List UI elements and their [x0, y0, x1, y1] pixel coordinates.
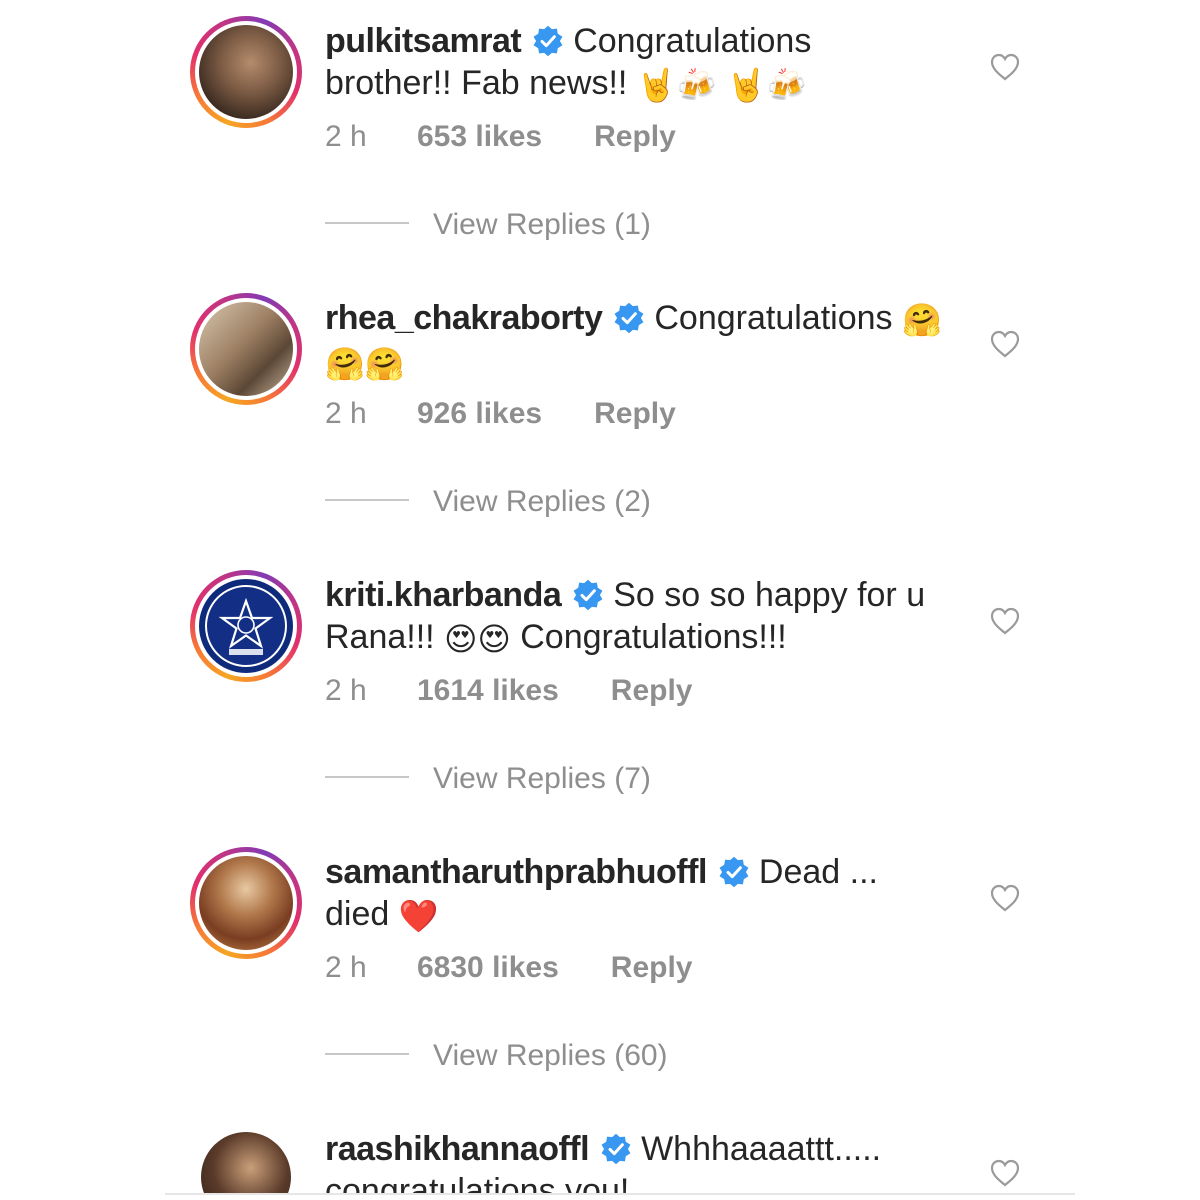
comment-body: Dead ... [758, 853, 878, 891]
timestamp: 2 h [325, 120, 367, 153]
comment-body-2: brother!! Fab news!! [325, 64, 628, 102]
view-replies-label[interactable]: View Replies (60) [433, 1039, 668, 1072]
comment-body-3: Congratulations!!! [520, 618, 787, 656]
timestamp: 2 h [325, 951, 367, 984]
likes-count[interactable]: 6830 likes [417, 951, 559, 985]
verified-badge-icon [614, 302, 644, 334]
view-replies-label[interactable]: View Replies (7) [433, 762, 651, 795]
username[interactable]: raashikhannaoffl [325, 1130, 590, 1168]
verified-badge-icon [533, 25, 563, 57]
divider-line [325, 222, 409, 224]
verified-badge-icon [601, 1133, 631, 1165]
username[interactable]: pulkitsamrat [325, 22, 522, 60]
view-replies[interactable]: View Replies (1) [325, 208, 651, 242]
heart-icon[interactable] [989, 1158, 1021, 1188]
comment-body: So so so happy for u [613, 576, 926, 614]
comment-text: rhea_chakraborty Congratulations 🤗 🤗🤗 [325, 297, 965, 385]
heart-icon[interactable] [989, 329, 1021, 359]
username[interactable]: rhea_chakraborty [325, 299, 603, 337]
story-ring[interactable] [190, 293, 302, 405]
emoji-hug-pair: 🤗🤗 [325, 345, 405, 383]
comment-text: raashikhannaoffl Whhhaaaattt..... congrat… [325, 1128, 965, 1195]
avatar [199, 302, 293, 396]
view-replies[interactable]: View Replies (60) [325, 1039, 668, 1073]
divider-line [325, 1053, 409, 1055]
comment-body: Congratulations [573, 22, 812, 60]
view-replies[interactable]: View Replies (7) [325, 762, 651, 796]
timestamp: 2 h [325, 397, 367, 430]
verified-badge-icon [719, 856, 749, 888]
reply-button[interactable]: Reply [594, 120, 676, 154]
verified-badge-icon [573, 579, 603, 611]
comment-body-2: Rana!!! [325, 618, 435, 656]
comment-body-2: congratulations you! [325, 1172, 630, 1195]
emoji-red-heart: ❤️ [398, 897, 439, 935]
comment-text: samantharuthprabhuoffl Dead ... died ❤️ [325, 851, 965, 937]
reply-button[interactable]: Reply [611, 951, 693, 985]
avatar[interactable] [201, 1132, 291, 1193]
likes-count[interactable]: 926 likes [417, 397, 542, 431]
police-emblem-icon [205, 585, 287, 667]
likes-count[interactable]: 1614 likes [417, 674, 559, 708]
comment-meta: 2 h 653 likes Reply [325, 120, 676, 154]
comment-body: Whhhaaaattt..... [641, 1130, 882, 1168]
reply-button[interactable]: Reply [594, 397, 676, 431]
heart-icon[interactable] [989, 52, 1021, 82]
story-ring[interactable] [190, 847, 302, 959]
avatar [199, 856, 293, 950]
emoji-hug: 🤗 [901, 301, 942, 339]
comment-text: kriti.kharbanda So so so happy for u Rana… [325, 574, 965, 660]
story-ring[interactable] [190, 16, 302, 128]
view-replies-label[interactable]: View Replies (2) [433, 485, 651, 518]
heart-icon[interactable] [989, 606, 1021, 636]
reply-button[interactable]: Reply [611, 674, 693, 708]
divider-line [325, 499, 409, 501]
avatar [199, 25, 293, 119]
comments-panel: pulkitsamrat Congratulations brother!! Fa… [165, 0, 1075, 1195]
heart-icon[interactable] [989, 883, 1021, 913]
username[interactable]: kriti.kharbanda [325, 576, 562, 614]
comment-meta: 2 h 6830 likes Reply [325, 951, 693, 985]
comment-body-2: died [325, 895, 390, 933]
avatar [199, 579, 293, 673]
likes-count[interactable]: 653 likes [417, 120, 542, 154]
comment-text: pulkitsamrat Congratulations brother!! Fa… [325, 20, 965, 106]
comment-meta: 2 h 926 likes Reply [325, 397, 676, 431]
emoji-heart-eyes: 😍😍 [444, 620, 511, 658]
view-replies-label[interactable]: View Replies (1) [433, 208, 651, 241]
story-ring[interactable] [190, 570, 302, 682]
divider-line [325, 776, 409, 778]
username[interactable]: samantharuthprabhuoffl [325, 853, 707, 891]
comment-meta: 2 h 1614 likes Reply [325, 674, 693, 708]
timestamp: 2 h [325, 674, 367, 707]
view-replies[interactable]: View Replies (2) [325, 485, 651, 519]
emoji-rock-beer: 🤘🍻 🤘🍻 [636, 66, 807, 104]
comment-body: Congratulations [654, 299, 893, 337]
